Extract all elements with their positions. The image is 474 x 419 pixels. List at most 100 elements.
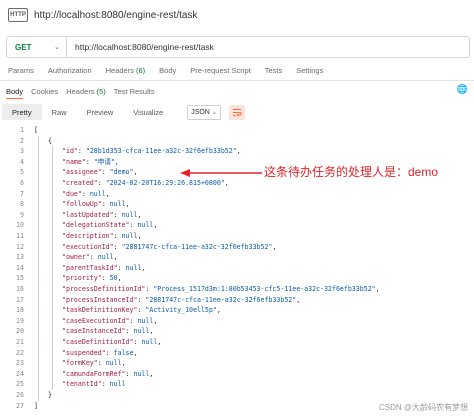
json-value: null (121, 210, 138, 219)
json-value: null (105, 359, 122, 368)
request-tab-label: Authorization (47, 66, 92, 75)
wrap-lines-button[interactable] (229, 104, 246, 120)
comma: , (149, 369, 154, 378)
line-number: 18 (16, 306, 24, 315)
response-tab-label: Test Results (113, 86, 155, 96)
code-text: "delegationState": null, (62, 220, 157, 230)
method-select[interactable]: GET ⌄ (7, 37, 67, 57)
json-value: "28b1d353-cfca-11ee-a32c-32f6efb33b52" (85, 147, 237, 156)
method-label: GET (15, 42, 32, 52)
json-key: "camundaFormRef" (62, 369, 126, 378)
bracket: { (48, 136, 52, 145)
json-value: null (133, 369, 150, 378)
comma: , (137, 232, 142, 240)
json-key: "suspended" (62, 348, 106, 357)
chevron-down-icon: ⌄ (54, 44, 60, 51)
view-mode-button[interactable]: Pretty (2, 104, 42, 120)
comma: , (141, 263, 146, 272)
json-value: "2881747c-cfca-11ee-a32c-32f6efb33b52" (121, 242, 273, 251)
line-number: 7 (20, 189, 24, 198)
view-mode-button[interactable]: Preview (77, 104, 124, 120)
code-text: ] (34, 401, 38, 411)
colon: : (105, 348, 114, 357)
line-number: 15 (16, 274, 24, 283)
line-number: 2 (20, 136, 24, 145)
request-tab-count: (6) (135, 66, 146, 75)
line-number: 1 (20, 126, 24, 134)
response-tab-label: Cookies (31, 86, 59, 96)
json-key: "priority" (62, 274, 102, 283)
response-tab[interactable]: Cookies (31, 87, 58, 96)
comma: , (125, 200, 130, 209)
code-text: "processInstanceId": "2881747c-cfca-11ee… (62, 295, 300, 305)
json-value: "Activity_10ell5p" (145, 306, 217, 315)
globe-icon[interactable]: 🌐 (457, 84, 468, 95)
line-number: 14 (16, 263, 24, 272)
colon: : (97, 179, 106, 187)
code-text: "camundaFormRef": null, (62, 369, 153, 379)
comma: , (137, 210, 142, 219)
bracket: } (48, 391, 52, 399)
code-text: "caseInstanceId": null, (62, 326, 153, 336)
url-input[interactable]: http://localhost:8080/engine-rest/task (75, 42, 214, 52)
watermark: CSDN @大龄码农有梦想 (378, 403, 468, 412)
json-key: "assignee" (62, 168, 102, 177)
code-text: "executionId": "2881747c-cfca-11ee-a32c-… (62, 242, 276, 252)
line-number: 13 (16, 253, 24, 262)
line-number: 23 (16, 359, 24, 368)
json-value: "Process_1517d3m:1:80b53453-cfc5-11ee-a3… (153, 285, 376, 293)
colon: : (113, 210, 122, 219)
request-title[interactable]: http://localhost:8080/engine-rest/task (34, 10, 197, 21)
json-key: "processDefinitionId" (62, 285, 146, 293)
json-value: "2881747c-cfca-11ee-a32c-32f6efb33b52" (145, 295, 297, 304)
line-number: 5 (20, 168, 24, 177)
json-key: "formKey" (62, 359, 98, 368)
response-tab[interactable]: Test Results (114, 87, 155, 96)
format-select[interactable]: JSON ⌄ (187, 104, 222, 120)
view-mode-button[interactable]: Raw (42, 104, 77, 120)
colon: : (113, 232, 122, 240)
wrap-icon (233, 108, 242, 116)
http-icon: HTTP (8, 8, 28, 22)
line-number: 22 (16, 348, 24, 357)
colon: : (101, 380, 110, 389)
title-bar: HTTP http://localhost:8080/engine-rest/t… (0, 0, 474, 30)
line-number: 19 (16, 316, 24, 325)
colon: : (77, 147, 86, 156)
json-key: "due" (62, 189, 82, 198)
line-number: 4 (20, 157, 24, 166)
code-text: "description": null, (62, 231, 141, 241)
comma: , (153, 316, 158, 325)
line-number: 8 (20, 200, 24, 209)
bracket: ] (34, 401, 38, 410)
code-text: "owner": null, (62, 252, 118, 262)
response-tab[interactable]: Headers (5) (66, 87, 106, 96)
code-text: "lastUpdated": null, (62, 210, 141, 220)
json-value: "申请" (93, 157, 115, 166)
colon: : (113, 242, 122, 251)
json-value: null (89, 189, 106, 198)
comma: , (121, 359, 126, 368)
line-number: 6 (20, 179, 24, 187)
bracket: [ (34, 126, 38, 134)
comma: , (133, 168, 138, 177)
view-mode-button[interactable]: Visualize (123, 104, 173, 120)
json-key: "followUp" (62, 200, 102, 209)
json-key: "caseDefinitionId" (62, 338, 134, 346)
code-text: "taskDefinitionKey": "Activity_10ell5p", (62, 305, 221, 315)
comma: , (224, 179, 229, 187)
code-text: "suspended": false, (62, 348, 137, 358)
code-text: "due": null, (62, 189, 110, 199)
colon: : (101, 168, 110, 177)
indent-guide (52, 146, 53, 390)
json-value: null (141, 338, 158, 346)
json-key: "processInstanceId" (62, 295, 138, 304)
code-text: "priority": 50, (62, 273, 122, 283)
request-tab-label: Tests (264, 66, 283, 75)
comma: , (296, 295, 301, 304)
request-tab-label: Pre-request Script (190, 66, 251, 75)
annotation-text: 这条待办任务的处理人是：demo (264, 165, 439, 179)
json-key: "description" (62, 232, 114, 240)
comma: , (133, 348, 138, 357)
response-tab[interactable]: Body (6, 87, 24, 99)
